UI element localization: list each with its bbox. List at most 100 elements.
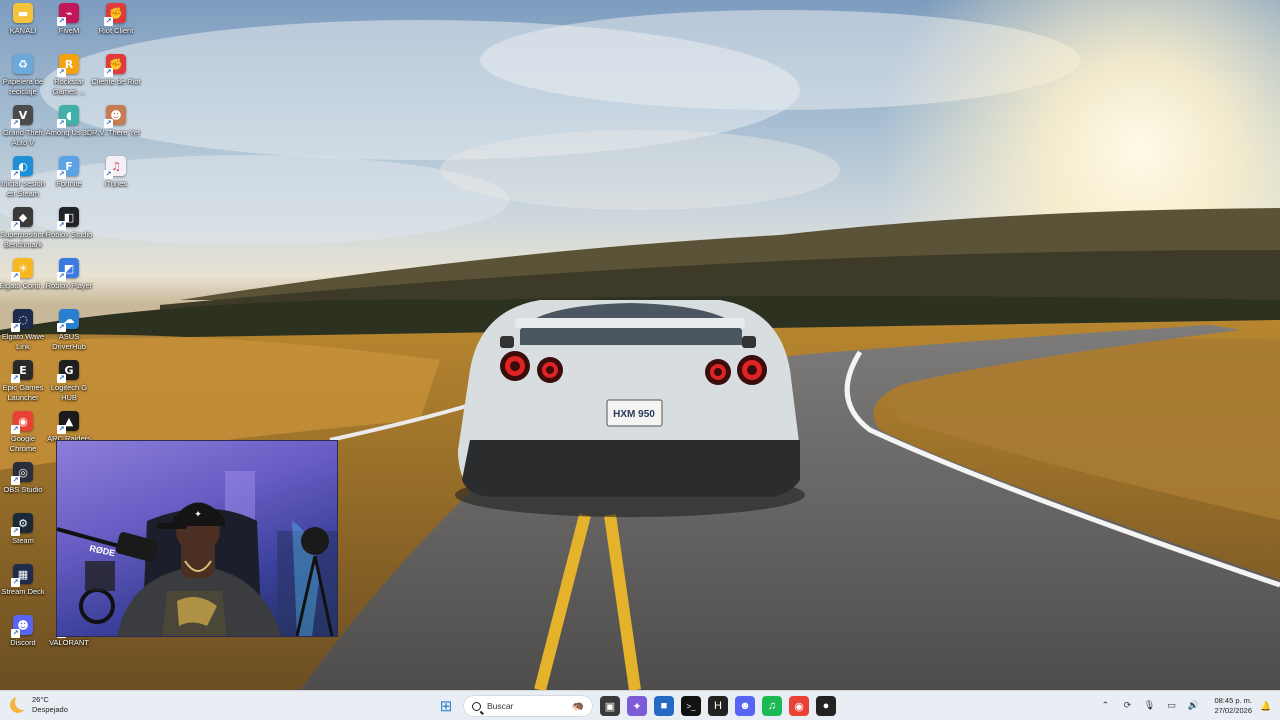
chrome-icon: ◉ ↗ — [11, 411, 33, 434]
desktop-icon-recycle-bin[interactable]: ♻ Papelera de reciclaje — [0, 54, 46, 97]
clock-time: 08:45 p. m. — [1214, 696, 1252, 705]
sync-icon[interactable]: ⟳ — [1120, 699, 1134, 713]
roblox-player-icon: ◩ ↗ — [57, 258, 79, 281]
shortcut-arrow-icon: ↗ — [104, 119, 113, 128]
desktop-icon-fivem[interactable]: ⌁ ↗ FiveM — [46, 3, 92, 36]
volume-icon[interactable]: 🔊 — [1186, 699, 1200, 713]
display-icon[interactable]: ▭ — [1164, 699, 1178, 713]
desktop-icon-elgato-control[interactable]: ☀ ↗ Elgato Contr... — [0, 258, 47, 291]
obs-taskbar-button[interactable]: ● — [816, 696, 836, 716]
desktop-icon-label: Cliente de Riot — [91, 77, 141, 86]
svg-text:✦: ✦ — [194, 510, 202, 520]
among-us-icon: ◖ ↗ — [57, 105, 79, 128]
terminal-button[interactable]: >_ — [681, 696, 701, 716]
taskbar-apps: ⊞ Buscar 🦔 ▣ ✦ ■ >_ H ☻ ♫ ◉ ● — [436, 694, 836, 718]
desktop-icon-gta-v[interactable]: V ↗ Grand Theft Auto V — [0, 105, 46, 148]
task-view-button[interactable]: ▣ — [600, 696, 620, 716]
desktop-icon-label: Discord — [10, 638, 36, 647]
clock[interactable]: 08:45 p. m. 27/02/2026 — [1214, 696, 1252, 716]
desktop-icon-label: Papelera de reciclaje — [2, 77, 44, 96]
desktop-icon-asus-driverhub[interactable]: ☁ ↗ ASUS DriverHub — [46, 309, 92, 352]
desktop-icon-label: Stream Deck — [1, 587, 45, 596]
fivem-icon: ⌁ ↗ — [57, 3, 79, 26]
edge-steam-icon: ◐ ↗ — [11, 156, 33, 179]
discord-icon: ☻ ↗ — [11, 615, 33, 638]
shortcut-arrow-icon: ↗ — [57, 272, 66, 281]
desktop-icon-rockstar[interactable]: R ↗ Rockstar Games ... — [46, 54, 92, 97]
shortcut-arrow-icon: ↗ — [57, 170, 66, 179]
shortcut-arrow-icon: ↗ — [11, 323, 20, 332]
desktop-icon-chrome[interactable]: ◉ ↗ Google Chrome — [0, 411, 46, 454]
desktop-icon-label: FiveM — [58, 26, 80, 35]
steam-icon: ⚙ ↗ — [11, 513, 33, 536]
desktop-icon-label: Logitech G HUB — [50, 383, 88, 402]
desktop-icon-among-us[interactable]: ◖ ↗ Among Us 3D — [46, 105, 92, 138]
taskbar-search-box[interactable]: Buscar 🦔 — [463, 695, 593, 717]
desktop-icon-label: Steam — [12, 536, 34, 545]
desktop-icon-label: Among Us 3D — [45, 128, 93, 137]
shortcut-arrow-icon: ↗ — [11, 170, 20, 179]
desktop-icon-roblox-studio[interactable]: ◧ ↗ Roblox Studio — [46, 207, 92, 240]
shortcut-arrow-icon: ↗ — [11, 272, 20, 281]
desktop-icon-discord[interactable]: ☻ ↗ Discord — [0, 615, 46, 648]
weather-temperature: 26°C — [32, 695, 49, 704]
desktop-icon-folder[interactable]: ▬ KANALI — [0, 3, 46, 36]
desktop-icon-label: Roblox Studio — [45, 230, 93, 239]
desktop-icon-label: Grand Theft Auto V — [3, 128, 43, 147]
discord-taskbar-button[interactable]: ☻ — [735, 696, 755, 716]
shortcut-arrow-icon: ↗ — [57, 17, 66, 26]
desktop-icon-label: OBS Studio — [3, 485, 43, 494]
shortcut-arrow-icon: ↗ — [104, 17, 113, 26]
desktop-icon-wave-link[interactable]: ◌ ↗ Elgato Wave Link — [0, 309, 46, 352]
rv-there-yet-icon: ☻ ↗ — [104, 105, 126, 128]
webcam-overlay: ✦ RØDE — [56, 440, 338, 637]
spotify-taskbar-button[interactable]: ♫ — [762, 696, 782, 716]
search-highlight-icon: 🦔 — [571, 700, 584, 712]
desktop-icon-label: ASUS DriverHub — [52, 332, 86, 351]
hhs-app-button[interactable]: H — [708, 696, 728, 716]
desktop-icon-riot-client[interactable]: ✊ ↗ Riot Client — [93, 3, 139, 36]
desktop-icon-label: Epic Games Launcher — [2, 383, 44, 402]
desktop-icon-steam[interactable]: ⚙ ↗ Steam — [0, 513, 46, 546]
desktop-icon-fortnite[interactable]: F ↗ Fortnite — [46, 156, 92, 189]
chevron-up-icon[interactable]: ⌃ — [1098, 699, 1112, 713]
arc-raiders-icon: ▲ ↗ — [57, 411, 79, 434]
chrome-taskbar-button[interactable]: ◉ — [789, 696, 809, 716]
shortcut-arrow-icon: ↗ — [104, 68, 113, 77]
desktop-icon-rv-there-yet[interactable]: ☻ ↗ R.V. There Yet — [92, 105, 140, 138]
desktop-icon-edge-steam[interactable]: ◐ ↗ Iniciar sesión en Steam — [0, 156, 46, 199]
desktop-icon-stream-deck[interactable]: ▦ ↗ Stream Deck — [0, 564, 46, 597]
desktop-icon-label: Roblox Player — [45, 281, 93, 290]
logitech-ghub-icon: G ↗ — [57, 360, 79, 383]
shortcut-arrow-icon: ↗ — [57, 374, 66, 383]
shortcut-arrow-icon: ↗ — [104, 170, 113, 179]
wave-link-icon: ◌ ↗ — [11, 309, 33, 332]
desktop-icon-label: Elgato Wave Link — [1, 332, 45, 351]
moon-weather-icon — [10, 697, 26, 713]
desktop-icon-logitech-ghub[interactable]: G ↗ Logitech G HUB — [46, 360, 92, 403]
desktop-icon-label: Superposition Benchmark — [0, 230, 46, 249]
roblox-studio-icon: ◧ ↗ — [57, 207, 79, 230]
desktop-icon-epic-games[interactable]: E ↗ Epic Games Launcher — [0, 360, 46, 403]
desktop-icon-roblox-player[interactable]: ◩ ↗ Roblox Player — [46, 258, 92, 291]
folder-icon: ▬ — [13, 3, 33, 23]
weather-widget[interactable]: 26°C Despejado — [10, 695, 68, 715]
desktop-icon-label: Google Chrome — [9, 434, 37, 453]
copilot-button[interactable]: ✦ — [627, 696, 647, 716]
shortcut-arrow-icon: ↗ — [11, 629, 20, 638]
desktop-icon-superposition[interactable]: ◆ ↗ Superposition Benchmark — [0, 207, 46, 250]
desktop-icon-riot-client[interactable]: ✊ ↗ Cliente de Riot — [91, 54, 141, 87]
notification-bell-icon[interactable]: 🔔 — [1260, 701, 1271, 711]
epic-games-icon: E ↗ — [11, 360, 33, 383]
start-button[interactable]: ⊞ — [436, 696, 456, 716]
desktop-icon-itunes[interactable]: ♫ ↗ iTunes — [93, 156, 139, 189]
riot-client-icon: ✊ ↗ — [104, 54, 126, 77]
desktop-icon-obs-studio[interactable]: ◎ ↗ OBS Studio — [0, 462, 46, 495]
desktop-icon-label: Rockstar Games ... — [52, 77, 86, 96]
desktop-icon-label: Riot Client — [98, 26, 134, 35]
shortcut-arrow-icon: ↗ — [57, 425, 66, 434]
microphone-icon[interactable]: 🎙 — [1142, 699, 1156, 713]
svg-text:HXM 950: HXM 950 — [613, 409, 655, 420]
microsoft-store-button[interactable]: ■ — [654, 696, 674, 716]
shortcut-arrow-icon: ↗ — [11, 578, 20, 587]
